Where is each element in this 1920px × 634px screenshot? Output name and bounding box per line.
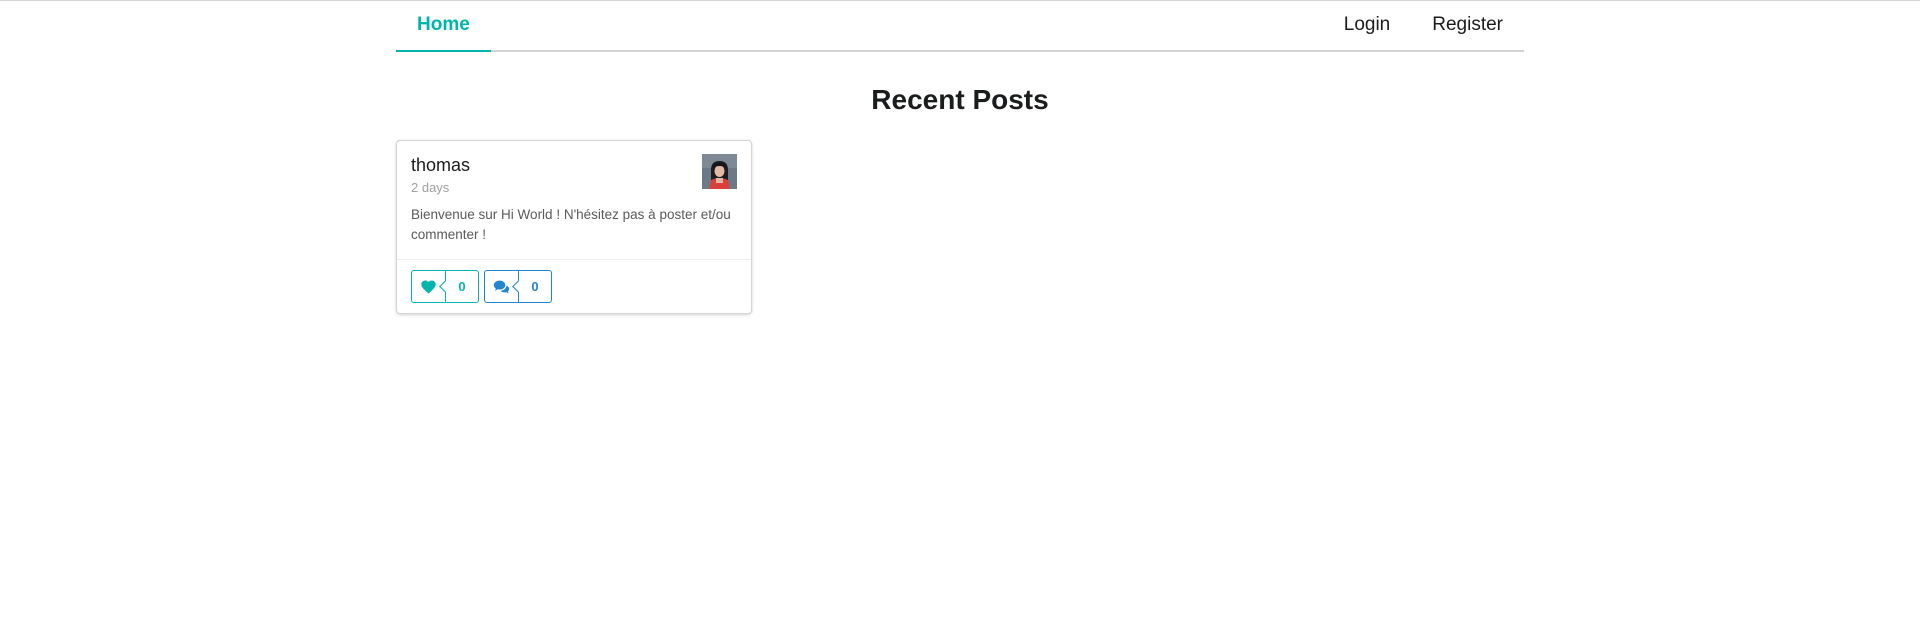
top-menu: Home Login Register <box>396 0 1524 52</box>
nav-right: Login Register <box>1323 0 1524 50</box>
comment-button[interactable]: 0 <box>484 270 552 303</box>
post-content: thomas 2 days Bienvenue sur Hi World ! N… <box>397 141 751 260</box>
post-text: Bienvenue sur Hi World ! N'hésitez pas à… <box>411 207 731 242</box>
like-button[interactable]: 0 <box>411 270 479 303</box>
post-actions: 0 0 <box>397 260 751 313</box>
post-list: thomas 2 days Bienvenue sur Hi World ! N… <box>396 140 1524 314</box>
avatar[interactable] <box>702 154 737 189</box>
post-card: thomas 2 days Bienvenue sur Hi World ! N… <box>396 140 752 314</box>
like-count: 0 <box>445 270 479 303</box>
page-container: Home Login Register Recent Posts thomas … <box>396 0 1524 314</box>
nav-home[interactable]: Home <box>396 0 491 52</box>
nav-login[interactable]: Login <box>1323 0 1412 50</box>
nav-register[interactable]: Register <box>1411 0 1524 50</box>
post-time: 2 days <box>411 180 450 195</box>
page-title: Recent Posts <box>871 84 1049 115</box>
comment-count: 0 <box>518 270 552 303</box>
post-author[interactable]: thomas <box>411 154 737 176</box>
